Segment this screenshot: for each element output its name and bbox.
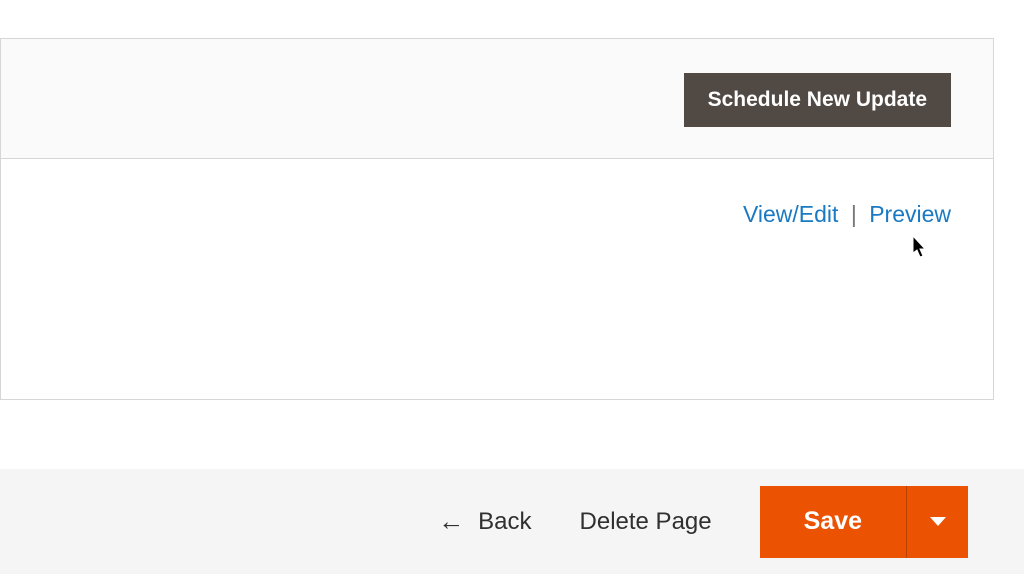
page-actions-footer: ← Back Delete Page Save bbox=[0, 469, 1024, 574]
delete-page-button[interactable]: Delete Page bbox=[580, 508, 712, 536]
back-button[interactable]: ← Back bbox=[438, 508, 531, 536]
link-separator: | bbox=[851, 201, 857, 227]
back-button-label: Back bbox=[478, 508, 531, 536]
save-button-group: Save bbox=[760, 486, 968, 558]
chevron-down-icon bbox=[929, 516, 947, 528]
save-button[interactable]: Save bbox=[760, 486, 906, 558]
scheduled-changes-panel: Schedule New Update View/Edit | Preview bbox=[0, 38, 994, 400]
update-links-row: View/Edit | Preview bbox=[743, 201, 951, 228]
preview-link[interactable]: Preview bbox=[869, 201, 951, 227]
panel-header: Schedule New Update bbox=[1, 39, 993, 159]
panel-body: View/Edit | Preview bbox=[1, 159, 993, 399]
arrow-left-icon: ← bbox=[438, 508, 464, 534]
save-dropdown-toggle[interactable] bbox=[906, 486, 968, 558]
view-edit-link[interactable]: View/Edit bbox=[743, 201, 838, 227]
schedule-new-update-button[interactable]: Schedule New Update bbox=[684, 73, 951, 127]
